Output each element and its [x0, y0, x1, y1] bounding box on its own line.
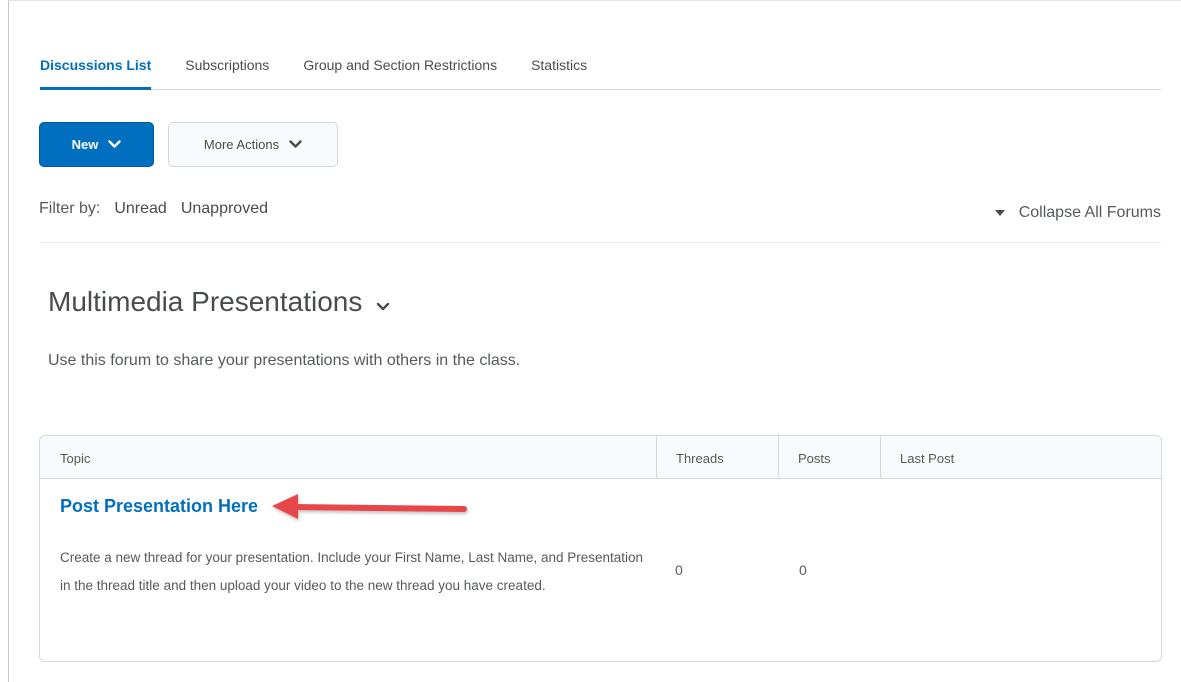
- column-header-topic: Topic: [60, 451, 91, 466]
- new-button[interactable]: New: [39, 122, 154, 167]
- divider: [40, 242, 1161, 243]
- more-actions-label: More Actions: [203, 137, 280, 152]
- filter-label: Filter by:: [39, 200, 101, 217]
- chevron-down-icon: [289, 140, 302, 148]
- chevron-down-icon[interactable]: [376, 302, 390, 311]
- collapse-all-forums-label: Collapse All Forums: [1018, 204, 1161, 221]
- arrow-left-icon: [272, 494, 467, 519]
- column-header-threads: Threads: [676, 451, 724, 466]
- forum-description: Use this forum to share your presentatio…: [48, 352, 521, 369]
- table-header: Topic Threads Posts Last Post: [40, 436, 1161, 479]
- tab-statistics[interactable]: Statistics: [531, 52, 587, 89]
- discussion-tabs: Discussions List Subscriptions Group and…: [40, 52, 1161, 90]
- more-actions-button[interactable]: More Actions: [168, 122, 338, 167]
- column-header-posts: Posts: [798, 451, 831, 466]
- topic-link-post-presentation-here[interactable]: Post Presentation Here: [60, 496, 258, 517]
- posts-count: 0: [799, 562, 807, 578]
- filter-bar: Filter by: Unread Unapproved: [39, 200, 268, 218]
- filter-unapproved[interactable]: Unapproved: [181, 200, 268, 218]
- tab-group-and-section-restrictions[interactable]: Group and Section Restrictions: [303, 52, 497, 89]
- chevron-down-icon: [108, 140, 122, 148]
- forum-title-text: Multimedia Presentations: [48, 286, 363, 317]
- tab-discussions-list[interactable]: Discussions List: [40, 52, 152, 90]
- filter-unread[interactable]: Unread: [114, 200, 166, 218]
- threads-count: 0: [675, 562, 683, 578]
- topics-table: Topic Threads Posts Last Post Post Prese…: [39, 435, 1162, 662]
- forum-title: Multimedia Presentations: [48, 286, 390, 318]
- column-header-last-post: Last Post: [900, 451, 955, 466]
- caret-down-icon: [994, 210, 1005, 216]
- new-button-label: New: [71, 137, 99, 152]
- collapse-all-forums-button[interactable]: Collapse All Forums: [994, 204, 1161, 222]
- topic-description: Create a new thread for your presentatio…: [60, 550, 644, 593]
- tab-subscriptions[interactable]: Subscriptions: [185, 52, 269, 89]
